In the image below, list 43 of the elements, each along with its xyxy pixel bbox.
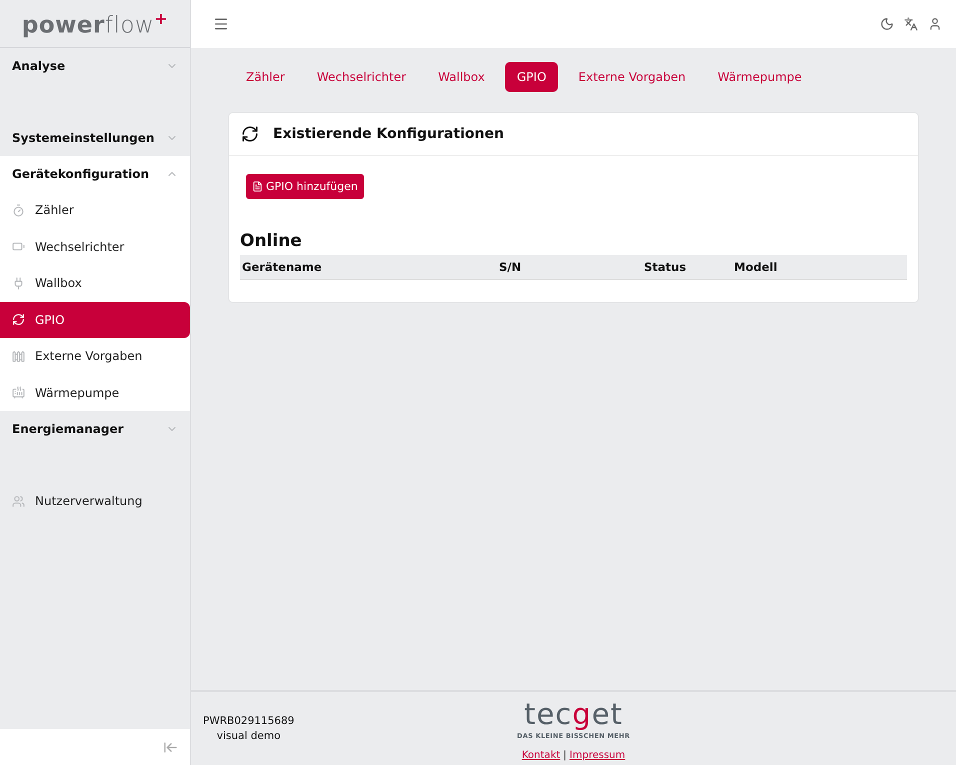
contact-link[interactable]: Kontakt [522, 750, 560, 761]
column-header: Status [643, 260, 688, 274]
menu-icon[interactable] [213, 16, 229, 32]
column-header: Gerätename [241, 260, 323, 274]
sidebar-item[interactable]: Wärmepumpe [0, 374, 190, 411]
logo: powerflow$^{+}$ [22, 8, 168, 38]
imprint-link[interactable]: Impressum [570, 750, 626, 761]
sidebar-item[interactable]: Externe Vorgaben [0, 338, 190, 374]
tab[interactable]: Zähler [234, 62, 297, 92]
section-title: Online [240, 231, 303, 251]
sidebar-item[interactable]: GPIO [0, 302, 190, 338]
sidebar-group[interactable]: Energiemanager [0, 411, 190, 447]
column-header: Modell [733, 260, 778, 274]
device-name: visual demo [216, 730, 281, 742]
tab[interactable]: Externe Vorgaben [566, 62, 698, 92]
sidebar-item[interactable]: Wallbox [0, 265, 190, 302]
serial-number: PWRB029115689 [203, 715, 294, 727]
user-icon[interactable] [928, 17, 942, 31]
sync-icon [12, 313, 25, 326]
translate-icon[interactable] [904, 17, 918, 31]
fence-icon [12, 350, 25, 363]
column-header: S/N [498, 260, 522, 274]
users-icon [12, 494, 25, 508]
sidebar-item[interactable]: Wechselrichter [0, 228, 190, 265]
sidebar-item[interactable]: Zähler [0, 192, 190, 228]
timer-icon [12, 204, 25, 217]
sync-icon [241, 125, 259, 143]
plug-icon [12, 276, 25, 290]
add-button[interactable]: GPIO hinzufügen [246, 174, 364, 199]
moon-icon[interactable] [880, 17, 894, 31]
sidebar-group[interactable]: Analyse [0, 48, 190, 84]
link-separator: | [563, 750, 567, 761]
sidebar-group[interactable]: Systemeinstellungen [0, 120, 190, 156]
heater-icon [12, 386, 25, 400]
brand-logo: tecget [524, 696, 623, 732]
sidebar-item[interactable]: Nutzerverwaltung [0, 483, 190, 520]
tab[interactable]: Wallbox [426, 62, 497, 92]
tab[interactable]: GPIO [504, 62, 558, 92]
card-title: Existierende Konfigurationen [273, 126, 504, 142]
tab[interactable]: Wechselrichter [304, 62, 418, 92]
document-icon [252, 181, 263, 192]
battery-icon [12, 240, 25, 254]
tab[interactable]: Wärmepumpe [706, 62, 814, 92]
